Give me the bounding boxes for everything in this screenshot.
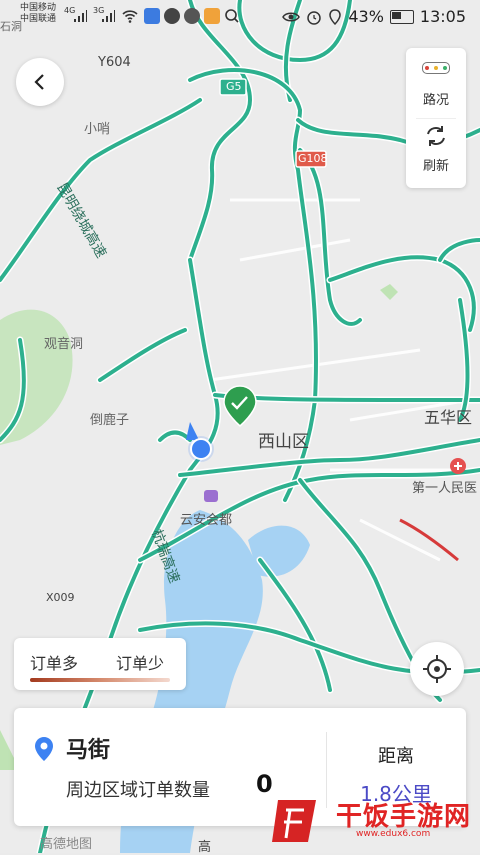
battery-icon xyxy=(389,9,414,24)
eye-icon xyxy=(282,12,301,21)
map-label-yunan-huidu: 云安会都 xyxy=(180,513,233,528)
status-right: 43% 13:05 xyxy=(282,7,466,26)
app-notification-icon xyxy=(204,8,220,24)
app-notification-icon xyxy=(144,8,160,24)
legend-less-label: 订单少 xyxy=(116,654,165,673)
location-name: 马街 xyxy=(66,738,111,763)
map-attribution: 高德地图 xyxy=(40,837,93,852)
location-status-icon xyxy=(329,8,342,25)
battery-percent: 43% xyxy=(348,7,384,26)
app-notification-icon xyxy=(164,8,180,24)
order-count-label: 周边区域订单数量 xyxy=(66,780,210,801)
crosshair-icon xyxy=(423,655,451,683)
legend-more-label: 订单多 xyxy=(30,654,79,673)
map-label-xiaoshao: 小哨 xyxy=(84,122,111,137)
location-pin-icon xyxy=(35,737,53,761)
chevron-left-icon xyxy=(34,74,44,90)
map-label-guanyindong: 观音洞 xyxy=(44,337,84,352)
hotel-icon xyxy=(204,490,218,502)
map-label-wuhua: 五华区 xyxy=(424,408,473,427)
signal-icon xyxy=(102,10,115,22)
map-label-x009: X009 xyxy=(46,591,75,604)
watermark-url: www.edux6.com xyxy=(356,829,431,839)
map-label-g108: G108 xyxy=(298,152,328,165)
back-button[interactable] xyxy=(16,58,64,106)
alarm-icon xyxy=(307,10,322,25)
carrier-1: 中国移动 xyxy=(20,3,57,13)
refresh-button[interactable]: 刷新 xyxy=(406,124,466,174)
order-density-legend: 订单多 订单少 xyxy=(14,638,186,690)
watermark-text: 干饭手游网 xyxy=(336,802,472,832)
map-label-hospital: 第一人民医 xyxy=(412,481,478,496)
map-tools-panel: 路况 刷新 xyxy=(406,48,466,188)
divider xyxy=(416,118,456,119)
status-bar: 中国移动 中国联通 4G 3G 43% 13:05 xyxy=(0,0,480,34)
order-count: 0 xyxy=(256,770,273,798)
traffic-label: 路况 xyxy=(422,93,449,108)
clock: 13:05 xyxy=(419,7,466,26)
carrier-2: 中国联通 xyxy=(20,14,57,24)
map-label-y604: Y604 xyxy=(98,55,131,70)
legend-gradient-bar xyxy=(30,678,170,682)
locate-me-button[interactable] xyxy=(410,642,464,696)
traffic-toggle-button[interactable]: 路况 xyxy=(406,62,466,108)
map-label-g5: G5 xyxy=(226,80,242,93)
traffic-light-icon xyxy=(422,62,450,74)
app-notification-icon xyxy=(184,8,200,24)
distance-label: 距离 xyxy=(378,746,414,767)
signal-icon xyxy=(74,10,87,22)
wifi-icon xyxy=(122,10,138,23)
map-label-gao: 高 xyxy=(198,840,212,855)
carrier-labels: 中国移动 中国联通 xyxy=(20,3,56,25)
search-notification-icon xyxy=(225,9,239,23)
map-label-daoluzi: 倒鹿子 xyxy=(90,413,130,428)
refresh-label: 刷新 xyxy=(422,159,449,174)
refresh-icon xyxy=(427,126,445,146)
map-label-xishan: 西山区 xyxy=(258,432,309,452)
